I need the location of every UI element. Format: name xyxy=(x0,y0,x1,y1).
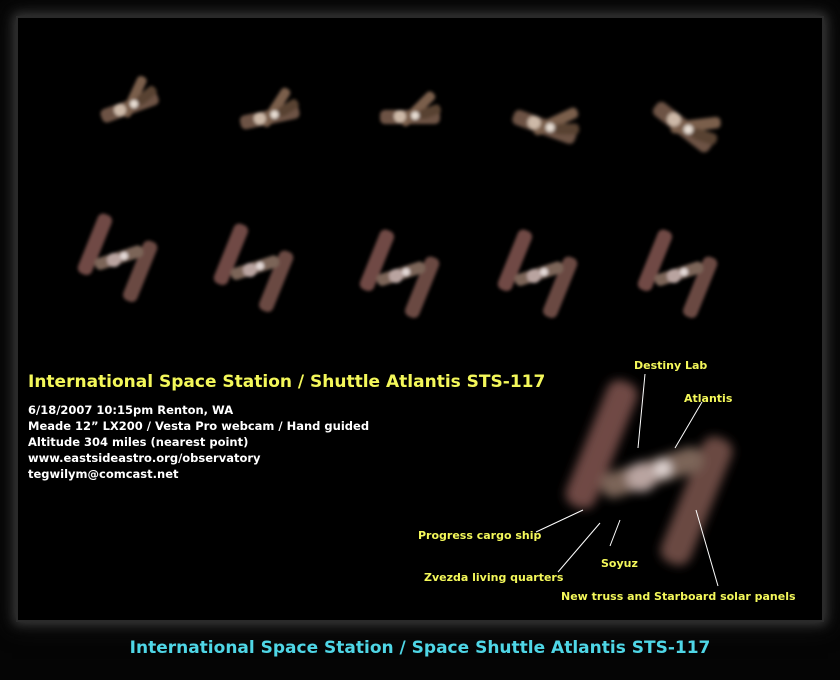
photo-title: International Space Station / Shuttle At… xyxy=(28,372,546,392)
iss-frame-top-4 xyxy=(506,78,594,163)
label-destiny-lab: Destiny Lab xyxy=(634,359,708,372)
iss-frame-bottom-2 xyxy=(211,221,296,314)
label-atlantis: Atlantis xyxy=(684,392,733,405)
detail-line-website: www.eastsideastro.org/observatory xyxy=(28,451,261,465)
label-truss: New truss and Starboard solar panels xyxy=(561,590,796,603)
iss-frame-bottom-5 xyxy=(635,227,720,320)
detail-line-altitude: Altitude 304 miles (nearest point) xyxy=(28,435,249,449)
photo-frame xyxy=(0,0,840,680)
iss-frame-bottom-1 xyxy=(75,211,160,304)
iss-frame-top-5 xyxy=(647,77,733,168)
label-zvezda: Zvezda living quarters xyxy=(424,571,564,584)
iss-frame-top-3 xyxy=(375,76,450,144)
bottom-caption: International Space Station / Space Shut… xyxy=(129,638,711,658)
detail-line-email: tegwilym@comcast.net xyxy=(28,467,179,481)
iss-frame-top-1 xyxy=(99,74,161,124)
iss-frame-bottom-4 xyxy=(495,227,580,320)
iss-frame-top-2 xyxy=(237,80,305,138)
detail-line-equipment: Meade 12” LX200 / Vesta Pro webcam / Han… xyxy=(28,419,370,433)
iss-frame-bottom-3 xyxy=(357,227,442,320)
detail-line-date: 6/18/2007 10:15pm Renton, WA xyxy=(28,403,234,417)
label-progress: Progress cargo ship xyxy=(418,529,542,542)
iss-large xyxy=(561,376,737,570)
label-soyuz: Soyuz xyxy=(601,557,638,570)
